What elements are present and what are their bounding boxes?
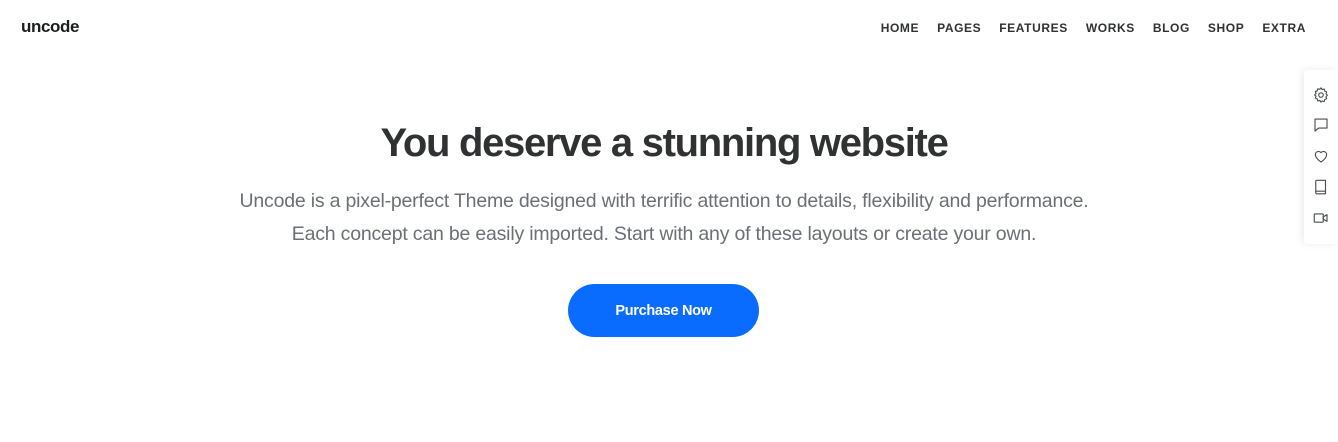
nav-item-extra[interactable]: EXTRA [1262,20,1306,36]
book-icon[interactable] [1312,178,1330,196]
hero-description-line-2: Each concept can be easily imported. Sta… [291,223,1037,245]
side-toolbar [1304,70,1338,244]
site-header: uncode HOME PAGES FEATURES WORKS BLOG SH… [0,0,1338,56]
nav-item-pages[interactable]: PAGES [937,20,981,36]
page: uncode HOME PAGES FEATURES WORKS BLOG SH… [0,0,1338,442]
purchase-now-button[interactable]: Purchase Now [568,284,759,337]
hero-description-line-1: Uncode is a pixel-perfect Theme designed… [239,190,1089,212]
main-navigation: HOME PAGES FEATURES WORKS BLOG SHOP EXTR… [863,20,1306,36]
comment-icon[interactable] [1312,116,1330,134]
heart-icon[interactable] [1312,147,1330,165]
site-logo[interactable]: uncode [21,17,79,37]
nav-item-blog[interactable]: BLOG [1153,20,1190,36]
video-camera-icon[interactable] [1312,209,1330,227]
hero-title: You deserve a stunning website [380,121,948,165]
nav-item-home[interactable]: HOME [881,20,919,36]
nav-item-features[interactable]: FEATURES [999,20,1068,36]
nav-item-works[interactable]: WORKS [1086,20,1135,36]
nav-item-shop[interactable]: SHOP [1208,20,1244,36]
gear-icon[interactable] [1312,86,1330,104]
